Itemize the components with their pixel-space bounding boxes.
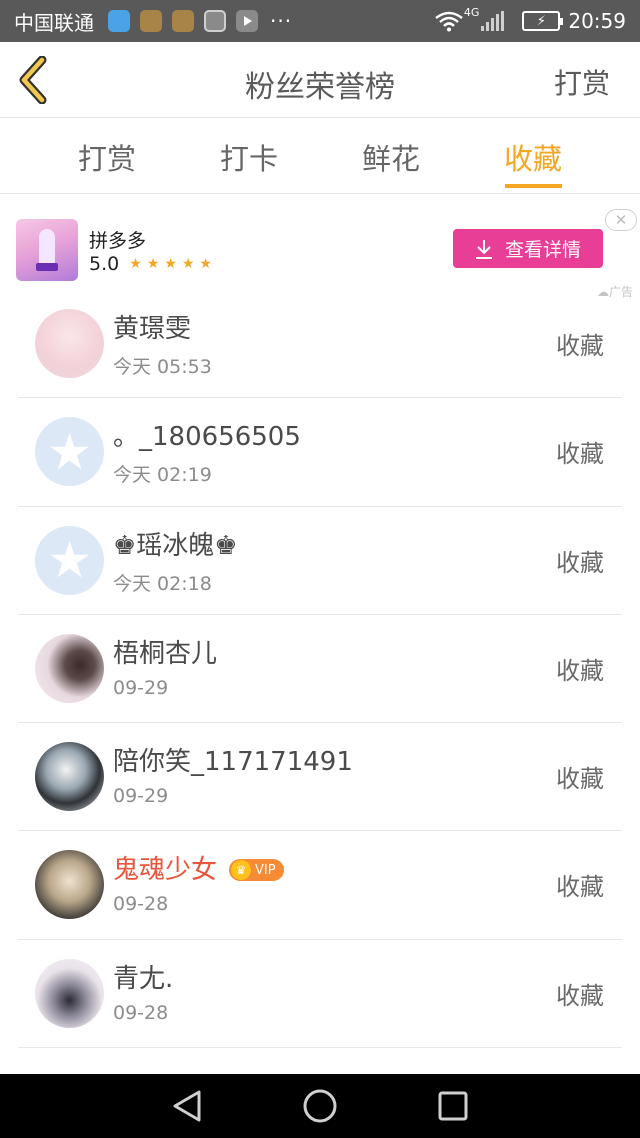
battery-charging-icon: ⚡ xyxy=(522,11,564,31)
notification-app-icon xyxy=(140,10,162,32)
star-rating-icon: ★★★★★ xyxy=(129,256,217,272)
browser-app-icon xyxy=(108,10,130,32)
tab-checkin[interactable]: 打卡 xyxy=(189,136,309,178)
fan-name: 青尢. xyxy=(113,963,174,994)
fan-time: 今天 02:18 xyxy=(113,572,212,595)
list-item[interactable]: ★ ♚瑶冰魄♚ 今天 02:18 收藏 xyxy=(18,507,622,615)
default-avatar-icon: ★ xyxy=(47,422,92,481)
ad-app-thumbnail xyxy=(16,219,78,281)
triangle-back-icon xyxy=(173,1090,201,1122)
fan-name: ♚瑶冰魄♚ xyxy=(113,530,238,561)
ad-rating: 5.0 ★★★★★ xyxy=(89,253,217,275)
avatar xyxy=(35,309,104,378)
reward-button[interactable]: 打赏 xyxy=(554,62,610,102)
view-details-label: 查看详情 xyxy=(504,239,581,261)
game-app-icon xyxy=(172,10,194,32)
fan-action: 收藏 xyxy=(556,765,604,794)
circle-home-icon xyxy=(303,1089,337,1123)
clock: 20:59 xyxy=(568,9,626,33)
fan-list: 黄璟雯 今天 05:53 收藏 ★ 。_180656505 今天 02:19 收… xyxy=(18,290,622,1049)
active-tab-indicator xyxy=(505,184,562,188)
network-type: 4G xyxy=(463,5,480,19)
crown-icon: ♛ xyxy=(231,860,252,881)
fan-name: 黄璟雯 xyxy=(113,314,192,344)
avatar xyxy=(35,850,104,920)
square-recents-icon xyxy=(438,1091,468,1121)
ad-close-button[interactable]: ✕ xyxy=(605,209,637,231)
fan-time: 09-29 xyxy=(113,676,169,699)
vip-badge: ♛ VIP xyxy=(229,859,284,882)
video-play-icon xyxy=(236,10,258,32)
fan-name: 梧桐杏儿 xyxy=(113,638,218,669)
status-bar: 中国联通 ··· 4G ⚡ 20:59 xyxy=(0,0,640,42)
nav-home-button[interactable] xyxy=(300,1086,340,1126)
tab-favorites[interactable]: 收藏 xyxy=(473,136,593,178)
fan-action: 收藏 xyxy=(556,981,604,1010)
gallery-icon xyxy=(204,10,226,32)
list-item[interactable]: 梧桐杏儿 09-29 收藏 xyxy=(18,615,622,724)
tab-flowers[interactable]: 鲜花 xyxy=(331,136,451,178)
fan-action: 收藏 xyxy=(556,873,604,902)
signal-strength-icon xyxy=(481,11,506,31)
system-nav-bar xyxy=(0,1074,640,1138)
fan-name: 。_180656505 xyxy=(113,422,301,453)
list-item[interactable]: 黄璟雯 今天 05:53 收藏 xyxy=(18,290,622,399)
fan-action: 收藏 xyxy=(556,656,604,685)
fan-name: 陪你笑_117171491 xyxy=(113,747,353,778)
fan-time: 今天 02:19 xyxy=(113,464,212,487)
default-avatar-icon: ★ xyxy=(47,531,92,590)
ad-app-name: 拼多多 xyxy=(89,230,147,252)
fan-action: 收藏 xyxy=(556,332,604,360)
tab-bar: 打赏 打卡 鲜花 收藏 xyxy=(0,118,640,194)
avatar xyxy=(35,742,104,812)
nav-back-button[interactable] xyxy=(167,1086,207,1126)
download-icon xyxy=(475,239,492,259)
fan-action: 收藏 xyxy=(556,548,604,577)
avatar: ★ xyxy=(35,417,104,487)
avatar: ★ xyxy=(35,525,104,595)
list-item[interactable]: 青尢. 09-28 收藏 xyxy=(18,940,622,1049)
list-item[interactable]: 陪你笑_117171491 09-29 收藏 xyxy=(18,723,622,832)
more-notifications-icon: ··· xyxy=(270,9,293,33)
fan-time: 今天 05:53 xyxy=(113,356,212,378)
ad-banner[interactable]: 拼多多 5.0 ★★★★★ 查看详情 ✕ ☁广告 xyxy=(0,195,640,299)
fan-name: 鬼魂少女 ♛ VIP xyxy=(113,849,284,886)
avatar xyxy=(35,633,104,703)
ad-rating-value: 5.0 xyxy=(89,253,120,275)
avatar xyxy=(35,958,104,1028)
fan-time: 09-29 xyxy=(113,785,169,808)
fan-time: 09-28 xyxy=(113,1001,169,1024)
carrier-name: 中国联通 xyxy=(14,10,94,35)
view-details-button[interactable]: 查看详情 xyxy=(453,229,603,268)
page-title: 粉丝荣誉榜 xyxy=(245,70,395,105)
list-item[interactable]: 鬼魂少女 ♛ VIP 09-28 收藏 xyxy=(18,831,622,940)
tab-reward[interactable]: 打赏 xyxy=(47,136,167,178)
fan-time: 09-28 xyxy=(113,893,169,916)
wifi-icon xyxy=(435,11,463,32)
list-item[interactable]: ★ 。_180656505 今天 02:19 收藏 xyxy=(18,398,622,507)
app-header: 粉丝荣誉榜 打赏 xyxy=(0,42,640,118)
nav-recents-button[interactable] xyxy=(433,1086,473,1126)
fan-action: 收藏 xyxy=(556,440,604,469)
